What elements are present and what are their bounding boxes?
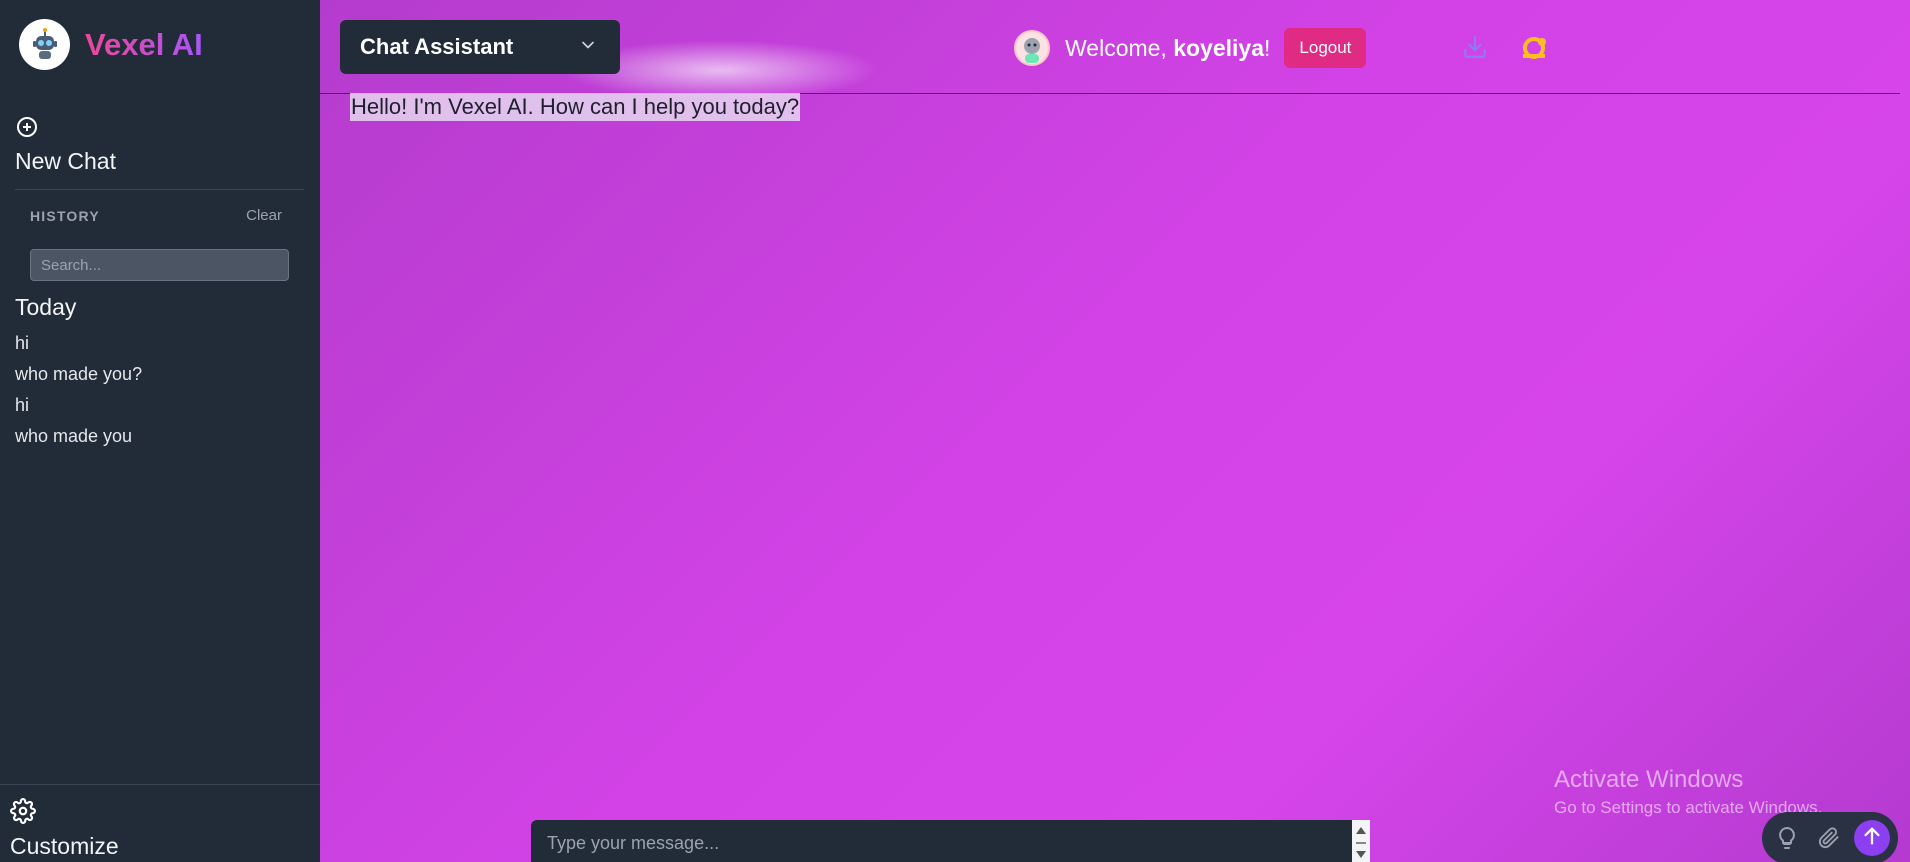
history-item[interactable]: who made you xyxy=(15,424,142,455)
welcome-suffix: ! xyxy=(1264,34,1271,61)
avatar[interactable] xyxy=(1014,30,1050,66)
divider xyxy=(15,189,304,190)
welcome-prefix: Welcome, xyxy=(1065,34,1174,61)
send-button[interactable] xyxy=(1854,820,1890,856)
history-title: HISTORY xyxy=(30,207,100,224)
scroll-up-icon[interactable] xyxy=(1355,822,1367,840)
divider xyxy=(0,784,320,785)
textarea-scrollbar[interactable] xyxy=(1352,820,1370,862)
chevron-down-icon xyxy=(578,35,598,60)
brand-name: Vexel AI xyxy=(85,26,203,62)
model-selected-label: Chat Assistant xyxy=(360,34,514,59)
composer-actions xyxy=(1762,812,1898,862)
history-item[interactable]: who made you? xyxy=(15,362,142,393)
scroll-thumb[interactable] xyxy=(1356,842,1366,844)
customize-button[interactable]: Customize xyxy=(10,798,119,860)
history-search-input[interactable] xyxy=(30,249,289,281)
brand[interactable]: Vexel AI xyxy=(19,19,203,70)
assistant-message: Hello! I'm Vexel AI. How can I help you … xyxy=(350,93,801,121)
message-composer xyxy=(531,820,1370,862)
logout-button[interactable]: Logout xyxy=(1284,28,1367,68)
history-group-title: Today xyxy=(15,294,77,320)
username: koyeliya xyxy=(1173,34,1265,61)
sidebar: Vexel AI New Chat HISTORY Clear Today hi… xyxy=(0,0,320,862)
history-list: hi who made you? hi who made you xyxy=(15,331,142,455)
customize-label: Customize xyxy=(10,833,119,859)
scroll-down-icon[interactable] xyxy=(1355,846,1367,862)
arrow-up-icon xyxy=(1861,825,1883,852)
watermark-title: Activate Windows xyxy=(1554,766,1744,793)
plus-circle-icon xyxy=(15,117,39,143)
history-header: HISTORY Clear xyxy=(30,207,282,224)
new-chat-label: New Chat xyxy=(15,148,116,174)
user-welcome: Welcome, koyeliya! Logout xyxy=(1014,28,1367,68)
robot-icon xyxy=(19,19,70,70)
gear-icon xyxy=(10,798,36,828)
paperclip-icon[interactable] xyxy=(1812,821,1846,855)
message-input[interactable] xyxy=(531,820,1341,862)
download-icon[interactable] xyxy=(1460,32,1490,62)
lightbulb-icon[interactable] xyxy=(1770,821,1804,855)
chat-area: Chat Assistant Welcome, koyeliya! Logout xyxy=(320,0,1910,862)
welcome-text: Welcome, koyeliya! xyxy=(1065,35,1270,62)
new-chat-button[interactable]: New Chat xyxy=(15,115,116,175)
activate-windows-watermark: Activate Windows Go to Settings to activ… xyxy=(1554,766,1822,818)
history-item[interactable]: hi xyxy=(15,393,142,424)
clear-history-button[interactable]: Clear xyxy=(246,207,282,224)
theme-toggle-icon[interactable] xyxy=(1519,32,1549,62)
model-dropdown[interactable]: Chat Assistant xyxy=(340,20,620,74)
history-item[interactable]: hi xyxy=(15,331,142,362)
